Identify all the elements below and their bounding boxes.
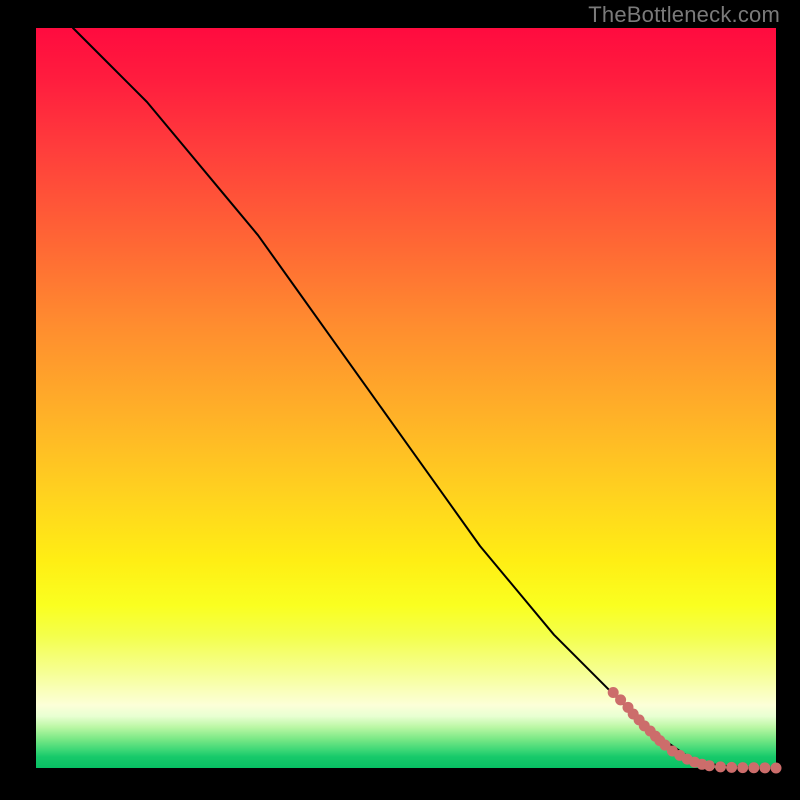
plot-area bbox=[36, 28, 776, 768]
data-point bbox=[748, 762, 759, 773]
data-point bbox=[704, 760, 715, 771]
data-point bbox=[771, 763, 782, 774]
watermark-text: TheBottleneck.com bbox=[588, 2, 780, 28]
chart-root: TheBottleneck.com bbox=[0, 0, 800, 800]
data-point bbox=[726, 762, 737, 773]
chart-overlay bbox=[36, 28, 776, 768]
curve-line bbox=[73, 28, 776, 768]
data-point bbox=[737, 762, 748, 773]
data-point bbox=[759, 762, 770, 773]
data-point bbox=[715, 761, 726, 772]
